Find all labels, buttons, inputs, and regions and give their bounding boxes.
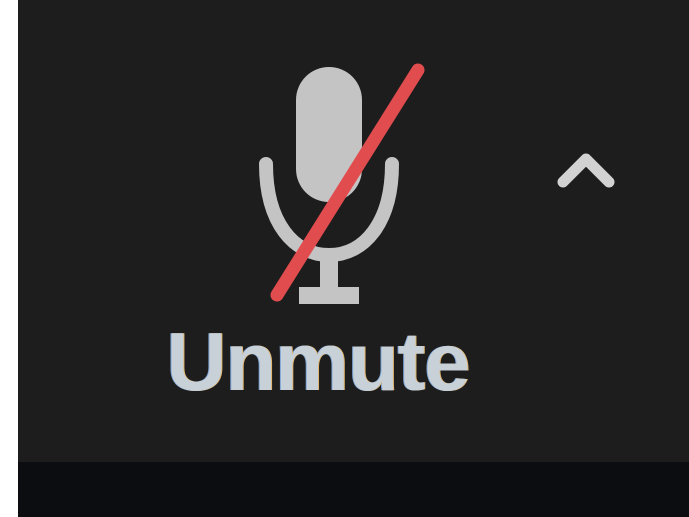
- chevron-up-icon: [551, 134, 621, 204]
- toolbar-bottom-edge: [18, 462, 689, 517]
- audio-options-button[interactable]: [551, 134, 621, 204]
- unmute-button[interactable]: Unmute: [110, 55, 525, 415]
- unmute-label: Unmute: [166, 314, 471, 408]
- muted-microphone-icon: [252, 63, 436, 325]
- meeting-toolbar-screenshot: Unmute: [0, 0, 689, 517]
